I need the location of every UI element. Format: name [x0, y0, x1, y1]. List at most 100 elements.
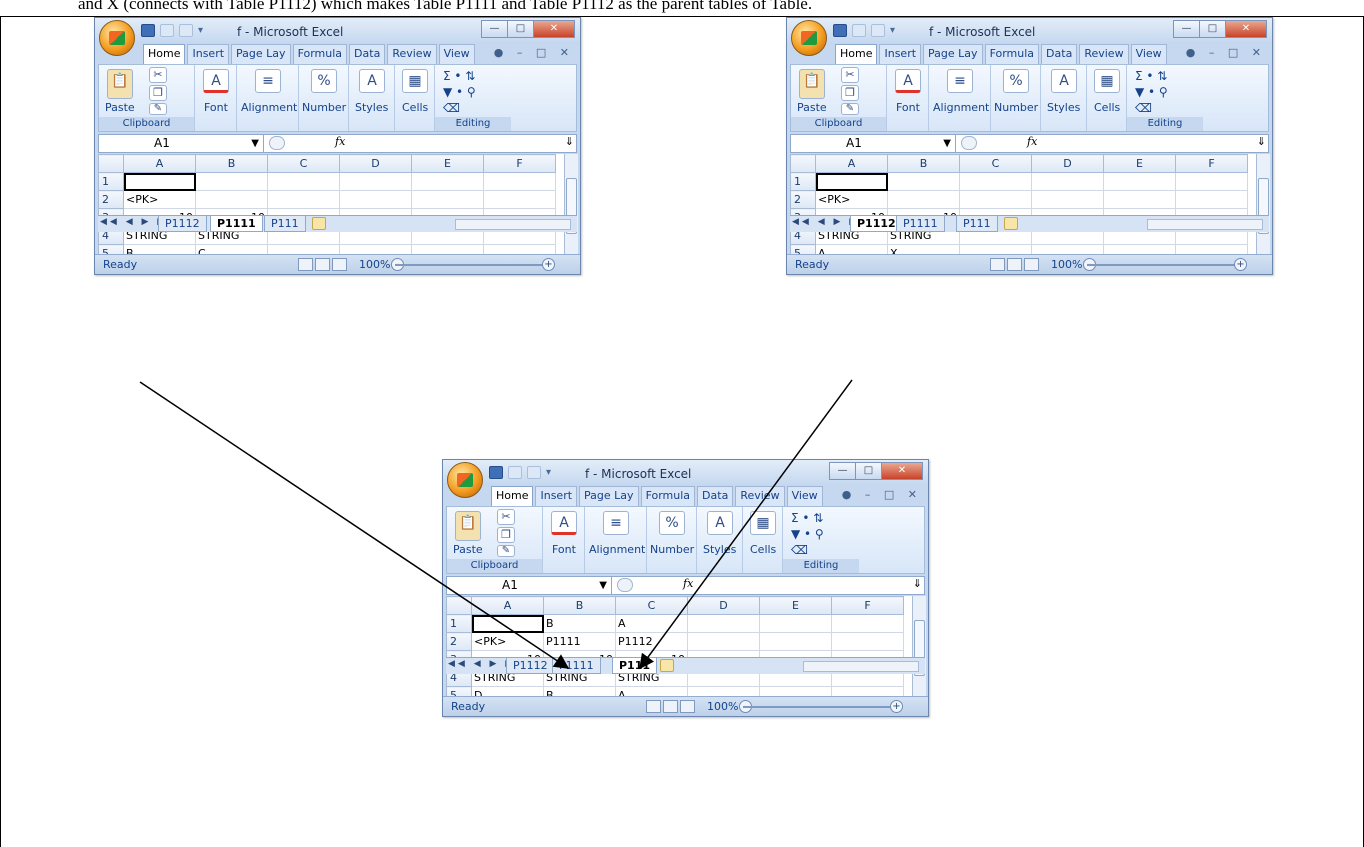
ribbon-tab-1[interactable]: Insert	[879, 44, 922, 64]
ribbon-tab-3[interactable]: Formula	[984, 44, 1040, 64]
cell-r1-c3[interactable]	[339, 172, 412, 191]
zoom-slider[interactable]	[743, 706, 893, 708]
cell-r2-c1[interactable]	[887, 190, 960, 209]
row-header-1[interactable]: 1	[98, 172, 124, 191]
save-icon[interactable]	[489, 466, 503, 479]
styles-icon[interactable]: A	[707, 511, 733, 535]
sheet-tab-0[interactable]: P1112	[158, 216, 207, 232]
insert-sheet-icon[interactable]	[660, 659, 674, 672]
cell-r2-c5[interactable]	[483, 190, 556, 209]
cell-r1-c4[interactable]	[1103, 172, 1176, 191]
cell-r2-c2[interactable]	[267, 190, 340, 209]
page-layout-view-icon[interactable]	[315, 258, 330, 271]
ribbon-tab-2[interactable]: Page Lay	[579, 486, 639, 506]
redo-icon[interactable]	[179, 24, 193, 37]
find-icon[interactable]: ▼ • ⚲	[443, 85, 476, 99]
name-box[interactable]: A1 ▼	[791, 135, 956, 152]
cell-r2-c2[interactable]	[959, 190, 1032, 209]
column-header-4[interactable]: E	[759, 596, 832, 615]
redo-icon[interactable]	[871, 24, 885, 37]
office-button[interactable]	[791, 20, 827, 56]
ribbon-tab-6[interactable]: View	[438, 44, 475, 64]
clear-icon[interactable]: ⌫	[1135, 101, 1152, 115]
chevron-down-icon[interactable]: ▼	[943, 135, 951, 152]
zoom-in-icon[interactable]: +	[1234, 258, 1247, 271]
ribbon-tab-5[interactable]: Review	[1079, 44, 1129, 64]
column-header-2[interactable]: C	[615, 596, 688, 615]
expand-formula-bar-icon[interactable]: ⇓	[1257, 135, 1266, 148]
alignment-icon[interactable]: ≡	[603, 511, 629, 535]
maximize-button[interactable]: □	[1199, 20, 1225, 38]
ribbon-tab-5[interactable]: Review	[735, 486, 785, 506]
find-icon[interactable]: ▼ • ⚲	[791, 527, 824, 541]
zoom-slider[interactable]	[395, 264, 545, 266]
expand-formula-bar-icon[interactable]: ⇓	[565, 135, 574, 148]
sheet-tab-2[interactable]: P111	[956, 216, 998, 232]
ribbon-tab-4[interactable]: Data	[349, 44, 386, 64]
save-icon[interactable]	[141, 24, 155, 37]
percent-icon[interactable]: %	[311, 69, 337, 93]
styles-icon[interactable]: A	[1051, 69, 1077, 93]
ribbon-tab-0[interactable]: Home	[491, 486, 534, 506]
font-color-icon[interactable]: A	[551, 511, 577, 535]
sheet-tab-0[interactable]: P1112	[506, 658, 555, 674]
cell-r2-c4[interactable]	[411, 190, 484, 209]
column-header-3[interactable]: D	[687, 596, 760, 615]
zoom-level[interactable]: 100%	[707, 700, 738, 713]
cell-r1-c4[interactable]	[411, 172, 484, 191]
find-icon[interactable]: ▼ • ⚲	[1135, 85, 1168, 99]
column-header-5[interactable]: F	[483, 154, 556, 173]
column-header-4[interactable]: E	[411, 154, 484, 173]
row-header-2[interactable]: 2	[790, 190, 816, 209]
sheet-tab-1[interactable]: P1111	[552, 658, 601, 674]
percent-icon[interactable]: %	[659, 511, 685, 535]
clear-icon[interactable]: ⌫	[443, 101, 460, 115]
redo-icon[interactable]	[527, 466, 541, 479]
maximize-button[interactable]: □	[507, 20, 533, 38]
formula-cancel-icon[interactable]	[961, 136, 977, 150]
ribbon-tab-0[interactable]: Home	[835, 44, 878, 64]
undo-icon[interactable]	[508, 466, 522, 479]
normal-view-icon[interactable]	[646, 700, 661, 713]
customize-icon[interactable]: ▾	[546, 466, 556, 479]
autosum-icon[interactable]: Σ • ⇅	[443, 69, 475, 83]
zoom-level[interactable]: 100%	[359, 258, 390, 271]
cell-r1-c1[interactable]	[887, 172, 960, 191]
select-all-corner[interactable]	[98, 154, 124, 173]
insert-sheet-icon[interactable]	[312, 217, 326, 230]
column-header-2[interactable]: C	[959, 154, 1032, 173]
cell-r2-c3[interactable]	[1031, 190, 1104, 209]
ribbon-help-controls[interactable]: ● – □ ✕	[494, 46, 574, 59]
row-header-1[interactable]: 1	[790, 172, 816, 191]
cell-r1-c2[interactable]: A	[615, 614, 688, 633]
cell-r1-c0[interactable]	[815, 172, 888, 191]
zoom-slider[interactable]	[1087, 264, 1237, 266]
normal-view-icon[interactable]	[298, 258, 313, 271]
cell-r2-c1[interactable]: P1111	[543, 632, 616, 651]
office-button[interactable]	[447, 462, 483, 498]
cells-icon[interactable]: ▦	[1094, 69, 1120, 93]
ribbon-tab-4[interactable]: Data	[697, 486, 734, 506]
ribbon-tab-5[interactable]: Review	[387, 44, 437, 64]
column-header-0[interactable]: A	[815, 154, 888, 173]
row-header-2[interactable]: 2	[446, 632, 472, 651]
cell-r2-c3[interactable]	[687, 632, 760, 651]
cell-r2-c2[interactable]: P1112	[615, 632, 688, 651]
page-break-view-icon[interactable]	[680, 700, 695, 713]
close-button[interactable]: ✕	[881, 462, 923, 480]
percent-icon[interactable]: %	[1003, 69, 1029, 93]
paste-icon[interactable]: 📋	[455, 511, 481, 541]
office-button[interactable]	[99, 20, 135, 56]
sheet-tab-1[interactable]: P1111	[210, 216, 263, 232]
expand-formula-bar-icon[interactable]: ⇓	[913, 577, 922, 590]
name-box[interactable]: A1 ▼	[447, 577, 612, 594]
sheet-tab-0[interactable]: P1112	[850, 216, 903, 232]
paste-icon[interactable]: 📋	[799, 69, 825, 99]
cell-r2-c4[interactable]	[759, 632, 832, 651]
row-header-1[interactable]: 1	[446, 614, 472, 633]
cells-icon[interactable]: ▦	[750, 511, 776, 535]
insert-sheet-icon[interactable]	[1004, 217, 1018, 230]
ribbon-tab-1[interactable]: Insert	[535, 486, 578, 506]
row-header-2[interactable]: 2	[98, 190, 124, 209]
cell-r1-c2[interactable]	[959, 172, 1032, 191]
